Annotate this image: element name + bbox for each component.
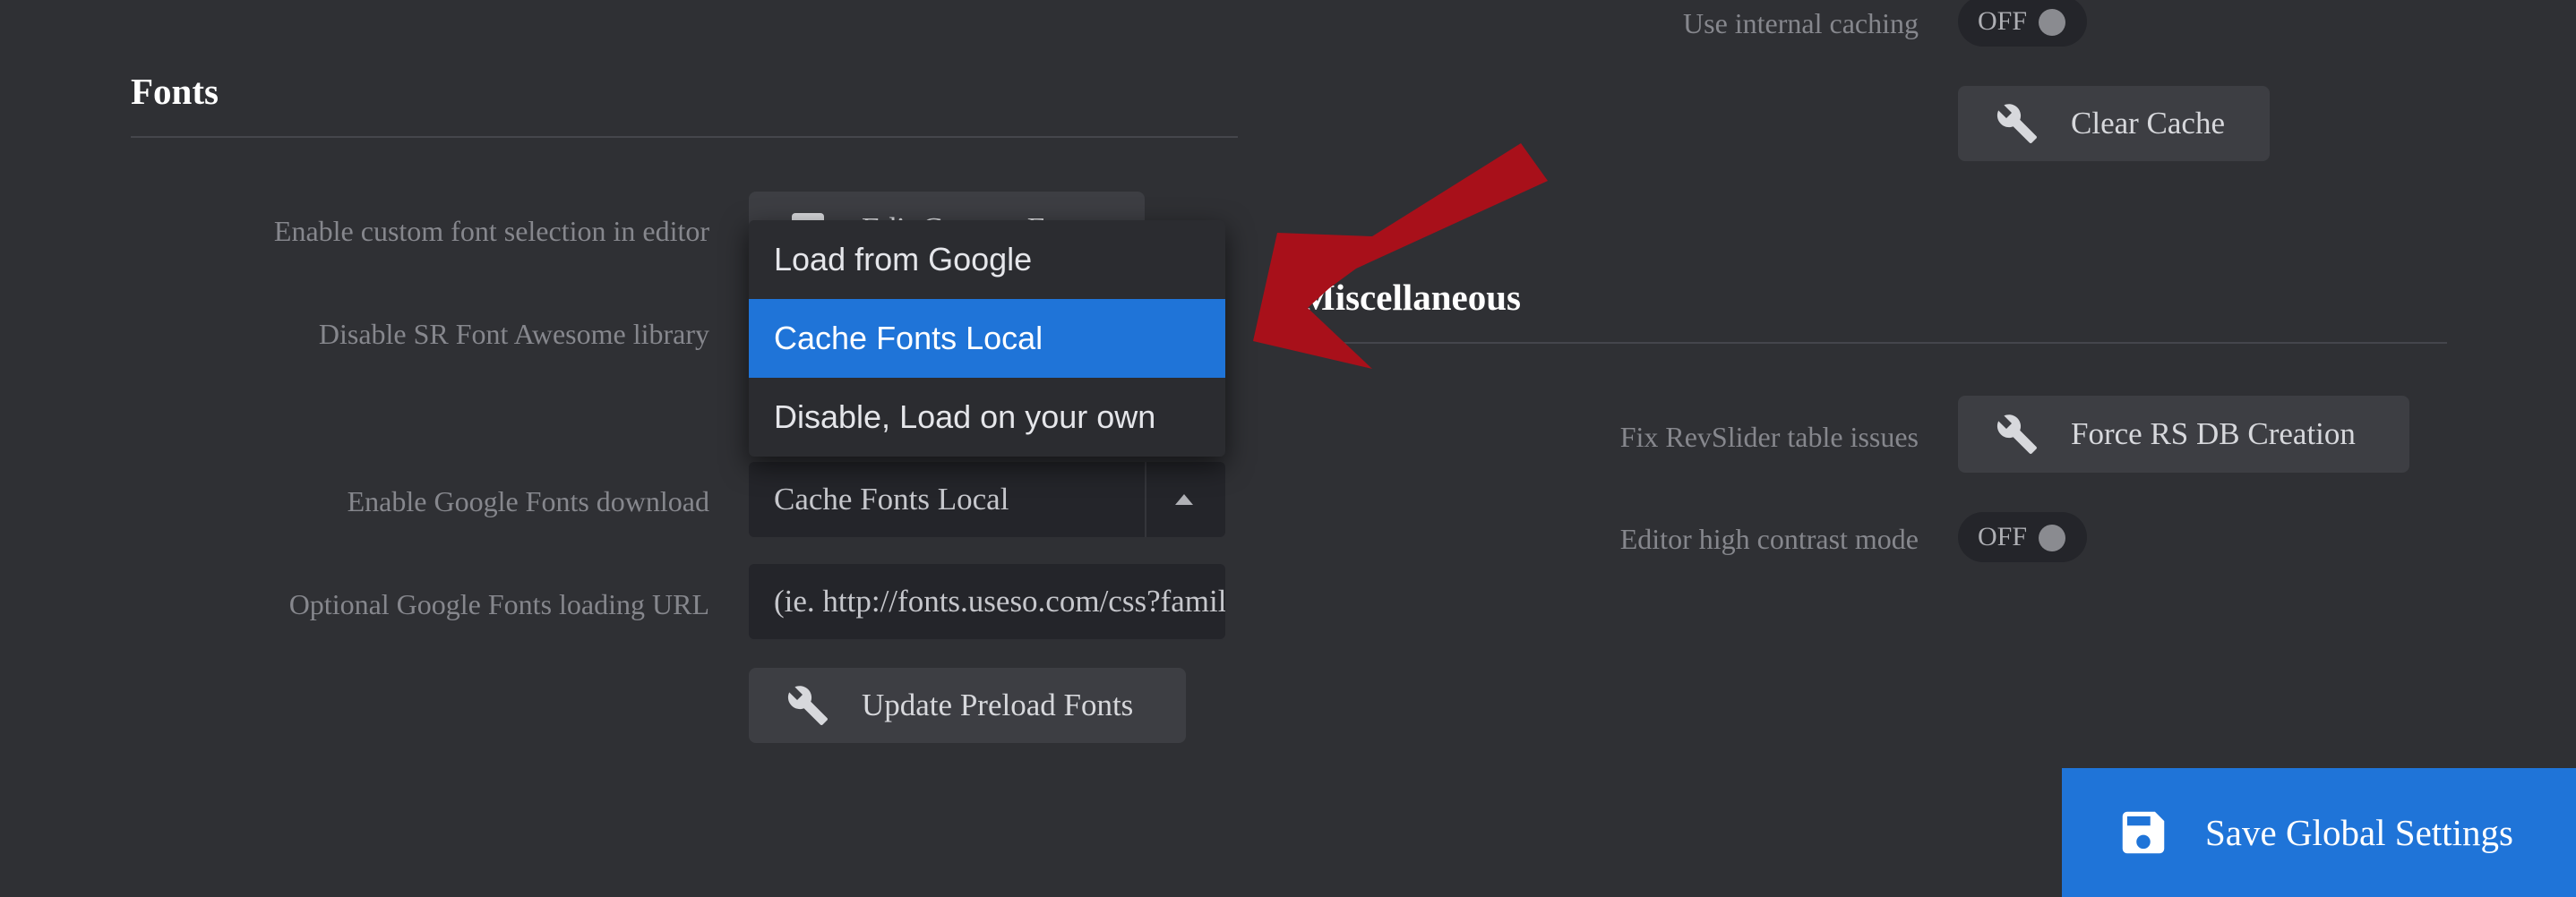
clear-cache-button[interactable]: Clear Cache: [1958, 86, 2270, 161]
wrench-icon: [1996, 104, 2037, 143]
high-contrast-label: Editor high contrast mode: [1619, 523, 1919, 555]
save-global-settings-button[interactable]: Save Global Settings: [2062, 768, 2576, 897]
force-rs-db-creation-label: Force RS DB Creation: [2071, 416, 2356, 451]
google-download-select[interactable]: Cache Fonts Local: [749, 462, 1225, 537]
red-arrow-annotation: [1253, 143, 1548, 369]
internal-caching-label: Use internal caching: [1683, 7, 1919, 39]
google-download-label: Enable Google Fonts download: [347, 485, 709, 517]
save-global-settings-label: Save Global Settings: [2205, 812, 2513, 853]
toggle-knob: [2039, 525, 2065, 551]
dropdown-option-load-from-google[interactable]: Load from Google: [749, 220, 1225, 299]
caret-up-icon[interactable]: [1175, 494, 1193, 505]
select-separator: [1145, 462, 1146, 537]
disable-fa-label: Disable SR Font Awesome library: [318, 318, 709, 350]
internal-caching-toggle-text: OFF: [1978, 6, 2028, 36]
dropdown-option-cache-fonts-local[interactable]: Cache Fonts Local: [749, 299, 1225, 378]
toggle-knob: [2039, 9, 2065, 36]
floppy-disk-icon: [2122, 811, 2165, 854]
clear-cache-label: Clear Cache: [2071, 106, 2225, 141]
custom-font-label: Enable custom font selection in editor: [273, 215, 709, 247]
google-download-value: Cache Fonts Local: [774, 482, 1009, 517]
fonts-section-title: Fonts: [131, 71, 219, 112]
fix-revslider-label: Fix RevSlider table issues: [1619, 421, 1919, 453]
update-preload-fonts-button[interactable]: Update Preload Fonts: [749, 668, 1186, 743]
google-url-label: Optional Google Fonts loading URL: [288, 588, 709, 620]
google-url-placeholder: (ie. http://fonts.useso.com/css?family: [774, 584, 1225, 619]
google-url-input[interactable]: (ie. http://fonts.useso.com/css?family: [749, 564, 1225, 639]
update-preload-fonts-label: Update Preload Fonts: [862, 688, 1134, 722]
fonts-divider: [131, 136, 1238, 138]
google-download-dropdown: Load from Google Cache Fonts Local Disab…: [749, 220, 1225, 457]
internal-caching-toggle[interactable]: OFF: [1958, 0, 2087, 47]
wrench-icon: [1996, 414, 2037, 454]
wrench-icon: [787, 686, 828, 725]
dropdown-option-disable-load-own[interactable]: Disable, Load on your own: [749, 378, 1225, 457]
high-contrast-toggle-text: OFF: [1978, 522, 2028, 551]
high-contrast-toggle[interactable]: OFF: [1958, 512, 2087, 562]
force-rs-db-creation-button[interactable]: Force RS DB Creation: [1958, 396, 2409, 473]
